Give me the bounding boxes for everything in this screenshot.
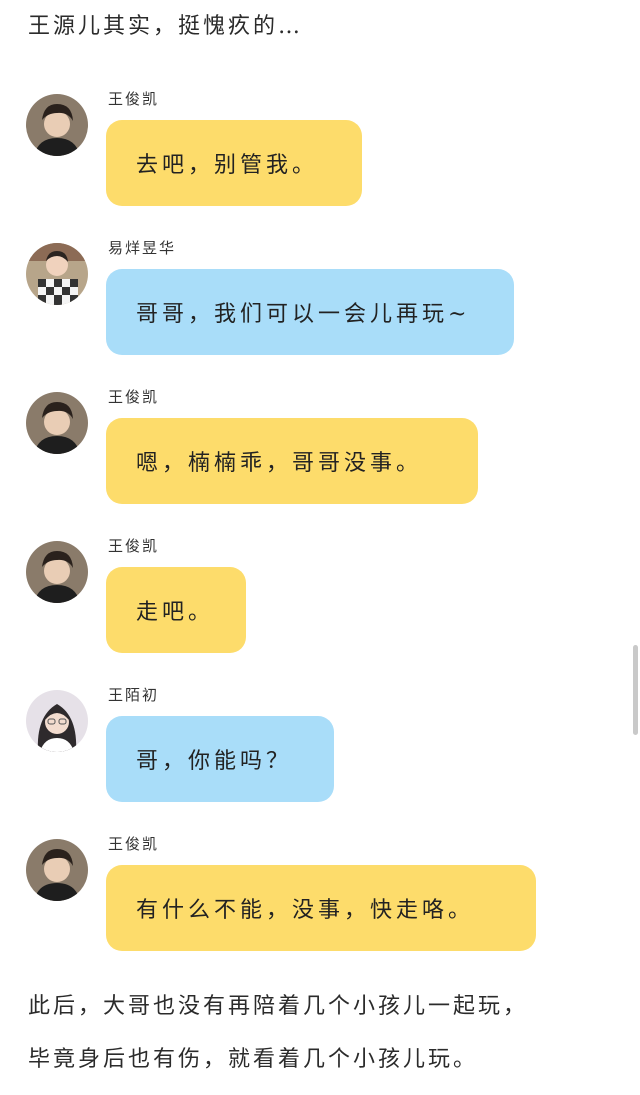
boy-avatar-icon[interactable]: [26, 839, 88, 901]
intro-text: 王源儿其实，挺愧疚的…: [28, 14, 304, 39]
boy-avatar-icon[interactable]: [26, 392, 88, 454]
boy-avatar-icon[interactable]: [26, 541, 88, 603]
scrollbar[interactable]: [633, 645, 638, 735]
sender-name: 王俊凯: [108, 388, 160, 406]
sender-name: 王俊凯: [108, 90, 160, 108]
message-bubble: 哥，你能吗？: [106, 716, 334, 802]
child-avatar-icon[interactable]: [26, 243, 88, 305]
message-bubble: 哥哥，我们可以一会儿再玩~: [106, 269, 514, 355]
message-bubble: 去吧，别管我。: [106, 120, 362, 206]
sender-name: 王俊凯: [108, 835, 160, 853]
message-bubble: 走吧。: [106, 567, 246, 653]
sender-name: 王陌初: [108, 686, 160, 704]
sender-name: 王俊凯: [108, 537, 160, 555]
outro-line: 毕竟身后也有伤，就看着几个小孩儿玩。: [28, 1047, 479, 1072]
outro-line: 此后，大哥也没有再陪着几个小孩儿一起玩，: [28, 994, 529, 1019]
message-bubble: 有什么不能，没事，快走咯。: [106, 865, 536, 951]
message-bubble: 嗯，楠楠乖，哥哥没事。: [106, 418, 478, 504]
sender-name: 易烊昱华: [108, 239, 177, 257]
girl-avatar-icon[interactable]: [26, 690, 88, 752]
boy-avatar-icon[interactable]: [26, 94, 88, 156]
